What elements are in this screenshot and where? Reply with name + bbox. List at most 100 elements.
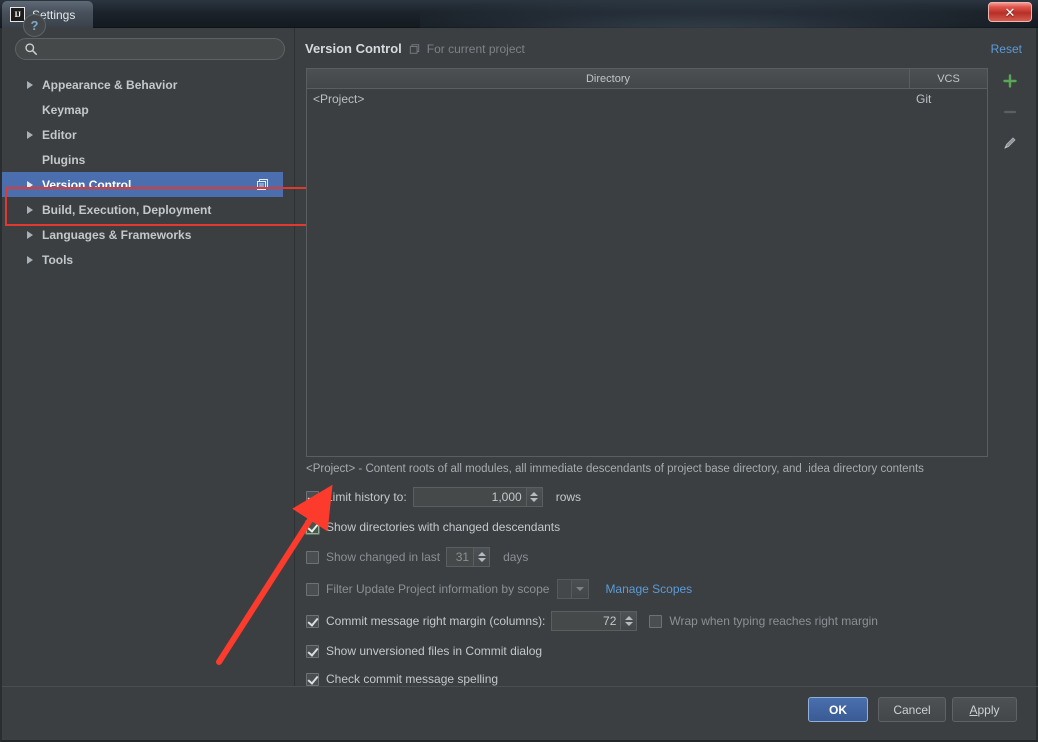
chevron-right-icon[interactable] bbox=[22, 205, 38, 214]
wrap-typing-checkbox[interactable] bbox=[649, 614, 663, 628]
panel-header: Version Control For current project bbox=[305, 41, 525, 56]
check-spelling-checkbox[interactable] bbox=[306, 672, 319, 686]
sidebar-item-plugins[interactable]: Plugins bbox=[2, 147, 295, 172]
chevron-down-icon bbox=[477, 558, 486, 562]
sidebar-item-label: Appearance & Behavior bbox=[42, 77, 178, 92]
limit-history-row: Limit history to: rows bbox=[306, 487, 581, 507]
page-title: Version Control bbox=[305, 41, 402, 56]
chevron-right-icon[interactable] bbox=[22, 180, 38, 189]
show-changed-in-last-row: Show changed in last days bbox=[306, 547, 528, 567]
sidebar-item-label: Tools bbox=[42, 252, 74, 267]
sidebar-item-label: Build, Execution, Deployment bbox=[42, 202, 212, 217]
cell-vcs: Git bbox=[916, 92, 932, 106]
stepper-arrows[interactable] bbox=[525, 488, 542, 506]
settings-window: IJ Settings ✕ Appearance & Behavior Keym… bbox=[0, 0, 1038, 742]
show-changed-in-last-checkbox[interactable] bbox=[306, 550, 319, 564]
settings-tree: Appearance & Behavior Keymap Editor Plug… bbox=[2, 72, 295, 272]
search-container bbox=[15, 38, 285, 60]
show-unversioned-checkbox[interactable] bbox=[306, 644, 319, 658]
cell-directory: <Project> bbox=[313, 92, 365, 106]
sidebar-item-build-execution-deployment[interactable]: Build, Execution, Deployment bbox=[2, 197, 295, 222]
show-changed-in-last-label: Show changed in last bbox=[326, 550, 441, 564]
commit-margin-input[interactable] bbox=[552, 612, 621, 630]
table-toolbar bbox=[995, 70, 1025, 154]
show-directories-label: Show directories with changed descendant… bbox=[326, 520, 561, 534]
window-tab[interactable]: IJ Settings bbox=[2, 1, 94, 28]
show-directories-row: Show directories with changed descendant… bbox=[306, 517, 560, 537]
limit-history-stepper[interactable] bbox=[412, 487, 543, 507]
stepper-arrows[interactable] bbox=[620, 612, 637, 630]
filter-by-scope-row: Filter Update Project information by sco… bbox=[306, 579, 692, 599]
cancel-button[interactable]: Cancel bbox=[878, 697, 946, 722]
scope-select[interactable] bbox=[557, 579, 590, 599]
show-changed-days-stepper[interactable] bbox=[446, 547, 491, 567]
directory-mappings-table: Directory VCS <Project> Git bbox=[306, 68, 988, 457]
scope-select-button[interactable] bbox=[571, 580, 589, 598]
sidebar-item-keymap[interactable]: Keymap bbox=[2, 97, 295, 122]
intellij-logo-icon: IJ bbox=[10, 7, 25, 22]
ok-button[interactable]: OK bbox=[808, 697, 868, 722]
limit-history-checkbox[interactable] bbox=[306, 490, 319, 504]
show-directories-checkbox[interactable] bbox=[306, 520, 319, 534]
manage-scopes-link[interactable]: Manage Scopes bbox=[605, 582, 692, 596]
sidebar-item-languages-frameworks[interactable]: Languages & Frameworks bbox=[2, 222, 295, 247]
sidebar-item-version-control[interactable]: Version Control bbox=[2, 172, 283, 197]
version-control-panel: Version Control For current project Rese… bbox=[295, 28, 1036, 686]
table-header-row: Directory VCS bbox=[307, 69, 987, 89]
commit-margin-stepper[interactable] bbox=[551, 611, 638, 631]
reset-link[interactable]: Reset bbox=[991, 42, 1022, 56]
show-changed-days-input[interactable] bbox=[447, 548, 474, 566]
chevron-right-icon[interactable] bbox=[22, 255, 38, 264]
filter-by-scope-label: Filter Update Project information by sco… bbox=[326, 582, 550, 596]
add-icon bbox=[1003, 74, 1017, 88]
sidebar-item-tools[interactable]: Tools bbox=[2, 247, 295, 272]
chevron-down-icon bbox=[530, 498, 539, 502]
wrap-typing-label: Wrap when typing reaches right margin bbox=[669, 614, 878, 628]
title-bar: IJ Settings ✕ bbox=[0, 0, 1038, 28]
sidebar-item-label: Keymap bbox=[42, 102, 89, 117]
column-header-directory[interactable]: Directory bbox=[307, 69, 910, 88]
chevron-down-icon bbox=[624, 622, 633, 626]
copy-settings-icon[interactable] bbox=[256, 178, 269, 191]
check-spelling-label: Check commit message spelling bbox=[326, 672, 499, 686]
search-input[interactable] bbox=[15, 38, 285, 60]
limit-history-label: Limit history to: bbox=[326, 490, 407, 504]
chevron-right-icon[interactable] bbox=[22, 80, 38, 89]
limit-history-input[interactable] bbox=[413, 488, 526, 506]
chevron-up-icon bbox=[477, 552, 486, 556]
close-icon: ✕ bbox=[1004, 4, 1016, 20]
apply-mnemonic: A bbox=[969, 702, 978, 717]
sidebar-item-label: Version Control bbox=[42, 177, 132, 192]
edit-mapping-button[interactable] bbox=[999, 132, 1021, 154]
apply-label-rest: pply bbox=[977, 702, 1000, 717]
commit-margin-label: Commit message right margin (columns): bbox=[326, 614, 546, 628]
settings-sidebar: Appearance & Behavior Keymap Editor Plug… bbox=[2, 28, 313, 686]
chevron-right-icon[interactable] bbox=[22, 130, 38, 139]
chevron-up-icon bbox=[624, 616, 633, 620]
help-button[interactable]: ? bbox=[23, 14, 46, 37]
title-bar-glow bbox=[420, 0, 1038, 28]
footer-divider bbox=[2, 686, 1038, 687]
sidebar-item-label: Editor bbox=[42, 127, 77, 142]
scope-note: For current project bbox=[426, 41, 525, 56]
column-header-vcs[interactable]: VCS bbox=[910, 69, 987, 88]
sidebar-item-appearance-behavior[interactable]: Appearance & Behavior bbox=[2, 72, 295, 97]
commit-margin-checkbox[interactable] bbox=[306, 614, 319, 628]
remove-icon bbox=[1003, 110, 1017, 114]
sidebar-item-editor[interactable]: Editor bbox=[2, 122, 295, 147]
show-unversioned-label: Show unversioned files in Commit dialog bbox=[326, 644, 543, 658]
chevron-up-icon bbox=[530, 492, 539, 496]
stepper-arrows[interactable] bbox=[473, 548, 490, 566]
limit-history-suffix: rows bbox=[555, 490, 582, 504]
show-unversioned-row: Show unversioned files in Commit dialog bbox=[306, 641, 542, 661]
table-row[interactable]: <Project> Git bbox=[307, 89, 987, 109]
table-body: <Project> Git bbox=[307, 89, 987, 109]
apply-button[interactable]: Apply bbox=[952, 697, 1017, 722]
add-mapping-button[interactable] bbox=[999, 70, 1021, 92]
filter-by-scope-checkbox[interactable] bbox=[306, 582, 319, 596]
show-changed-days-suffix: days bbox=[503, 550, 529, 564]
close-button[interactable]: ✕ bbox=[988, 2, 1032, 22]
remove-mapping-button[interactable] bbox=[999, 101, 1021, 123]
chevron-right-icon[interactable] bbox=[22, 230, 38, 239]
sidebar-item-label: Plugins bbox=[42, 152, 86, 167]
